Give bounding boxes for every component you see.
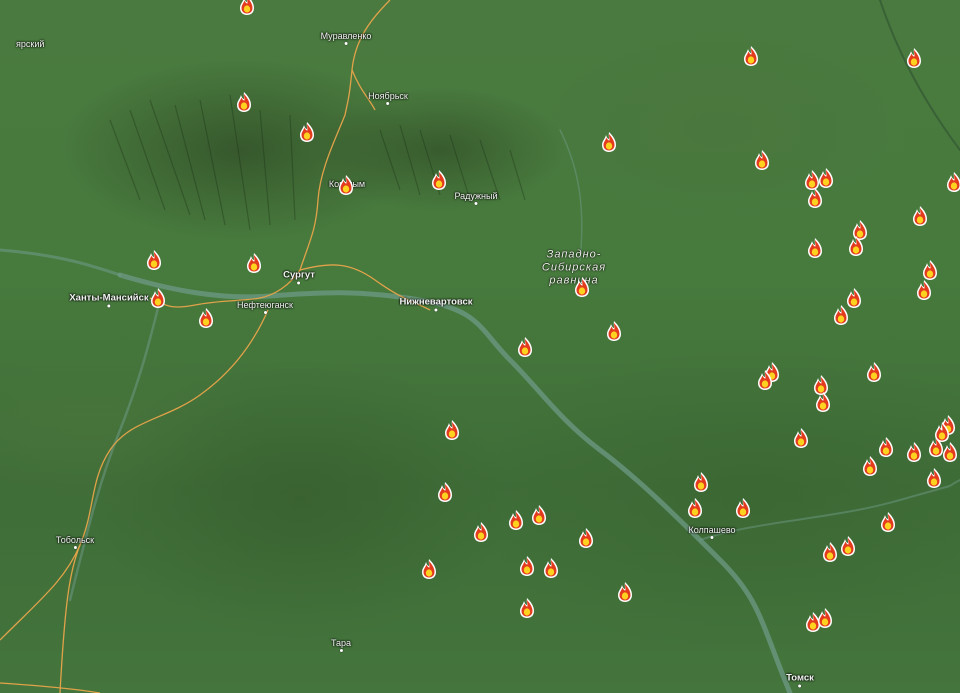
fire-icon[interactable] xyxy=(600,131,618,153)
fire-icon[interactable] xyxy=(507,509,525,531)
fire-icon[interactable] xyxy=(298,121,316,143)
fire-icon[interactable] xyxy=(235,91,253,113)
fire-icon[interactable] xyxy=(145,249,163,271)
fire-icon[interactable] xyxy=(436,481,454,503)
fire-icon[interactable] xyxy=(518,597,536,619)
city-label[interactable]: Ноябрьск xyxy=(368,91,408,105)
fire-icon[interactable] xyxy=(245,252,263,274)
fire-icon[interactable] xyxy=(472,521,490,543)
fire-icon[interactable] xyxy=(518,555,536,577)
city-label[interactable]: Томск xyxy=(786,673,814,688)
fire-icon[interactable] xyxy=(443,419,461,441)
fire-icon[interactable] xyxy=(756,369,774,391)
fire-icon[interactable] xyxy=(806,237,824,259)
fire-icon[interactable] xyxy=(921,259,939,281)
fire-icon[interactable] xyxy=(941,441,959,463)
map-features xyxy=(0,0,960,693)
fire-icon[interactable] xyxy=(734,497,752,519)
fire-icon[interactable] xyxy=(692,471,710,493)
city-label[interactable]: Муравленко xyxy=(321,31,371,45)
fire-icon[interactable] xyxy=(839,535,857,557)
map-view[interactable]: Западно- Сибирская равнина Муравленко Но… xyxy=(0,0,960,693)
fire-icon[interactable] xyxy=(686,497,704,519)
city-label[interactable]: Сургут xyxy=(283,270,315,285)
fire-icon[interactable] xyxy=(516,336,534,358)
fire-icon[interactable] xyxy=(616,581,634,603)
fire-icon[interactable] xyxy=(742,45,760,67)
fire-icon[interactable] xyxy=(821,541,839,563)
city-label[interactable]: Колпашево xyxy=(688,525,736,539)
fire-icon[interactable] xyxy=(832,304,850,326)
fire-icon[interactable] xyxy=(915,279,933,301)
fire-icon[interactable] xyxy=(911,205,929,227)
fire-icon[interactable] xyxy=(945,171,960,193)
fire-icon[interactable] xyxy=(530,504,548,526)
fire-icon[interactable] xyxy=(905,441,923,463)
city-label[interactable]: Тобольск xyxy=(56,535,94,549)
fire-icon[interactable] xyxy=(861,455,879,477)
city-label[interactable]: Тара xyxy=(331,638,351,652)
city-label[interactable]: Радужный xyxy=(454,191,498,205)
fire-icon[interactable] xyxy=(877,436,895,458)
fire-icon[interactable] xyxy=(816,607,834,629)
fire-icon[interactable] xyxy=(753,149,771,171)
fire-icon[interactable] xyxy=(238,0,256,16)
city-label[interactable]: Нижневартовск xyxy=(399,297,473,312)
fire-icon[interactable] xyxy=(149,287,167,309)
fire-icon[interactable] xyxy=(577,527,595,549)
fire-icon[interactable] xyxy=(430,169,448,191)
fire-icon[interactable] xyxy=(197,307,215,329)
fire-icon[interactable] xyxy=(792,427,810,449)
fire-icon[interactable] xyxy=(542,557,560,579)
city-label[interactable]: ярский xyxy=(16,39,44,49)
fire-icon[interactable] xyxy=(817,167,835,189)
fire-icon[interactable] xyxy=(865,361,883,383)
fire-icon[interactable] xyxy=(420,558,438,580)
city-label[interactable]: Ханты-Мансийск xyxy=(69,293,149,308)
city-label[interactable]: Нефтеюганск xyxy=(237,300,293,314)
fire-icon[interactable] xyxy=(905,47,923,69)
fire-icon[interactable] xyxy=(925,467,943,489)
fire-icon[interactable] xyxy=(605,320,623,342)
fire-icon[interactable] xyxy=(814,391,832,413)
fire-icon[interactable] xyxy=(879,511,897,533)
fire-icon[interactable] xyxy=(573,276,591,298)
fire-icon[interactable] xyxy=(337,174,355,196)
fire-icon[interactable] xyxy=(806,187,824,209)
fire-icon[interactable] xyxy=(847,235,865,257)
